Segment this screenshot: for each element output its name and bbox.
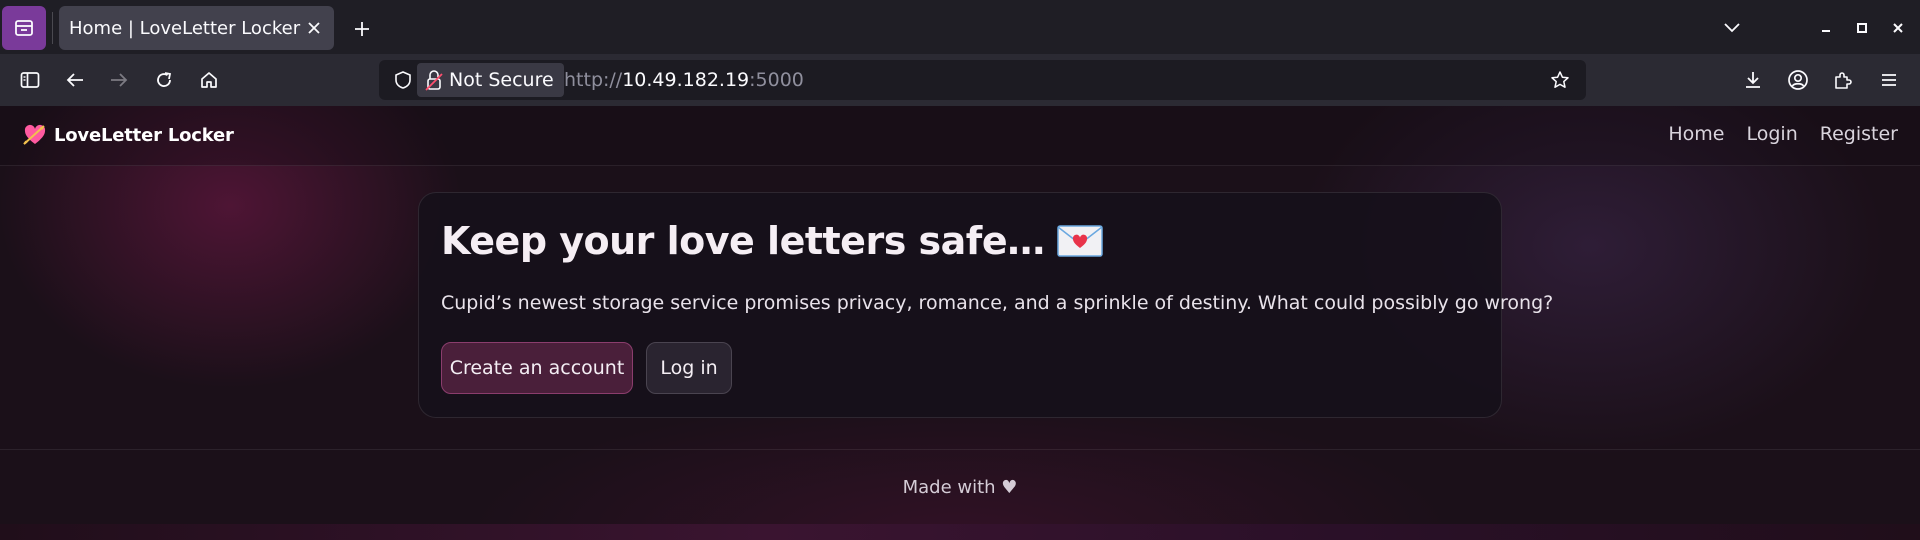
back-button[interactable] <box>59 64 91 96</box>
create-account-button[interactable]: Create an account <box>441 342 633 394</box>
url-text[interactable]: http://10.49.182.19:5000 <box>564 69 804 91</box>
insecure-lock-icon <box>425 70 443 91</box>
nav-home-link[interactable]: Home <box>1668 123 1724 145</box>
forward-arrow-icon <box>111 73 128 87</box>
list-all-tabs-button[interactable] <box>1716 12 1748 44</box>
nav-register-link[interactable]: Register <box>1820 123 1898 145</box>
minimize-icon <box>1822 30 1830 32</box>
hero-card: Keep your love letters safe… Cupid’s new… <box>418 192 1553 418</box>
not-secure-label: Not Secure <box>449 69 554 91</box>
close-window-icon <box>1893 23 1903 33</box>
page-bottom-strip <box>0 524 1920 540</box>
footer-text: Made with ♥ <box>902 476 1018 498</box>
downloads-button[interactable] <box>1737 64 1769 96</box>
puzzle-piece-icon <box>1835 72 1852 89</box>
app-menu-button[interactable] <box>1873 64 1905 96</box>
hero-description: Cupid’s newest storage service promises … <box>441 292 1554 314</box>
active-tab[interactable]: Home | LoveLetter Locker <box>59 6 334 50</box>
back-arrow-icon <box>66 73 83 87</box>
brand-name: LoveLetter Locker <box>54 124 234 146</box>
brand-link[interactable]: LoveLetter Locker <box>22 122 234 148</box>
home-icon <box>201 72 217 88</box>
sidebar-toggle-button[interactable] <box>14 64 46 96</box>
maximize-icon <box>1857 23 1867 33</box>
hero-heading: Keep your love letters safe… <box>441 219 1103 263</box>
account-icon <box>1788 70 1808 90</box>
hamburger-menu-icon <box>1882 74 1896 86</box>
browser-navigation-bar: Not Secure http://10.49.182.19:5000 <box>0 54 1920 106</box>
chevron-down-icon <box>1724 23 1740 33</box>
browser-tab-bar: Home | LoveLetter Locker <box>0 0 1920 54</box>
reload-icon <box>157 72 172 87</box>
nav-login-link[interactable]: Login <box>1747 123 1798 145</box>
heart-with-arrow-icon <box>23 124 46 145</box>
tab-separator <box>52 12 53 44</box>
forward-button[interactable] <box>103 64 135 96</box>
close-window-button[interactable] <box>1882 12 1914 44</box>
account-button[interactable] <box>1782 64 1814 96</box>
not-secure-indicator[interactable]: Not Secure <box>417 63 564 97</box>
sidebar-icon <box>20 72 40 88</box>
minimize-button[interactable] <box>1810 12 1842 44</box>
web-page: LoveLetter Locker Home Login Register Ke… <box>0 106 1920 540</box>
new-tab-button[interactable] <box>345 12 379 46</box>
plus-icon <box>355 22 369 36</box>
close-tab-icon[interactable] <box>300 14 328 42</box>
reload-button[interactable] <box>148 64 180 96</box>
extensions-button[interactable] <box>1827 64 1859 96</box>
bookmark-star-icon[interactable] <box>1544 64 1576 96</box>
tracking-protection-shield-icon[interactable] <box>387 64 419 96</box>
home-button[interactable] <box>193 64 225 96</box>
log-in-button[interactable]: Log in <box>646 342 732 394</box>
site-footer: Made with ♥ <box>0 449 1920 524</box>
url-port: :5000 <box>749 69 804 91</box>
love-letter-envelope-icon <box>1056 225 1103 257</box>
hero-title: Keep your love letters safe… <box>441 219 1045 263</box>
download-icon <box>1746 72 1760 88</box>
url-bar[interactable]: Not Secure http://10.49.182.19:5000 <box>379 60 1586 100</box>
firefox-view-button[interactable] <box>2 6 46 50</box>
site-header: LoveLetter Locker Home Login Register <box>0 106 1920 166</box>
url-host: 10.49.182.19 <box>622 69 750 91</box>
url-scheme: http:// <box>564 69 623 91</box>
maximize-button[interactable] <box>1846 12 1878 44</box>
tab-title: Home | LoveLetter Locker <box>69 17 301 39</box>
site-nav: Home Login Register <box>1668 123 1898 145</box>
firefox-view-icon <box>15 20 33 36</box>
